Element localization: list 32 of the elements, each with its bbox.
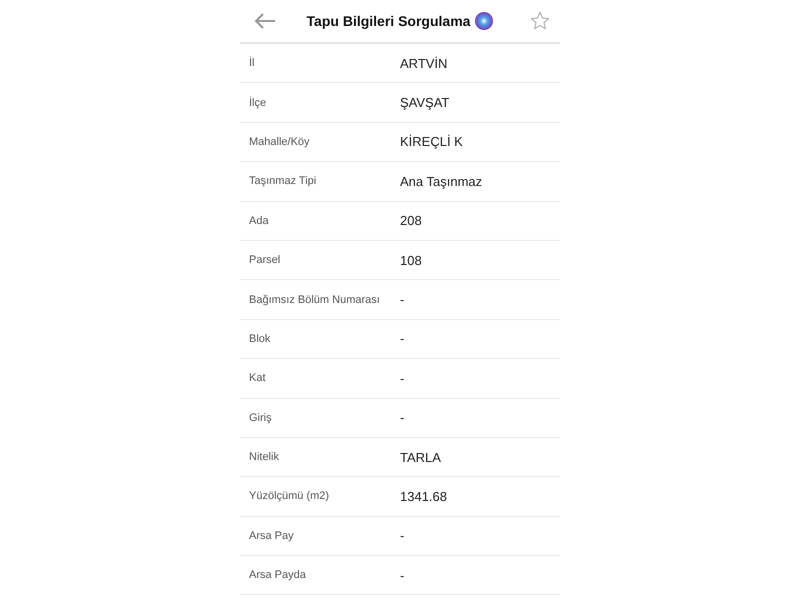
field-label: Nitelik [249, 451, 280, 464]
field-label: Arsa Payda [249, 569, 307, 582]
field-label: Arsa Pay [249, 530, 295, 542]
field-value: - [400, 568, 404, 583]
field-value: 208 [400, 213, 422, 228]
field-label: Yüzölçümü (m2) [249, 490, 330, 502]
field-label: Taşınmaz Tipi [249, 175, 318, 188]
field-label: Blok [249, 332, 272, 345]
field-value: KİREÇLİ K [400, 134, 463, 150]
field-value: TARLA [400, 450, 441, 465]
field-value: ARTVİN [400, 56, 448, 71]
field-label: Ada [249, 214, 270, 227]
field-label: Parsel [249, 254, 282, 266]
field-value: 1341.68 [400, 488, 447, 504]
field-value: ŞAVŞAT [400, 95, 450, 110]
field-value: - [400, 292, 404, 308]
field-value: Ana Taşınmaz [400, 174, 482, 189]
field-label: Bağımsız Bölüm Numarası [249, 294, 381, 306]
field-value: - [400, 410, 404, 426]
field-value: - [400, 331, 404, 346]
field-label: Kat [249, 372, 267, 384]
field-label: İlçe [249, 96, 268, 109]
field-value: - [400, 370, 404, 386]
field-label: İl [249, 57, 256, 70]
field-label: Giriş [249, 412, 273, 424]
field-value: - [400, 528, 404, 544]
star-icon[interactable] [530, 11, 550, 31]
field-label: Mahalle/Köy [249, 136, 311, 148]
page-title: Tapu Bilgileri Sorgulama [306, 13, 470, 29]
field-value: 108 [400, 252, 422, 268]
orb-icon [475, 12, 494, 30]
back-icon[interactable] [254, 13, 276, 29]
